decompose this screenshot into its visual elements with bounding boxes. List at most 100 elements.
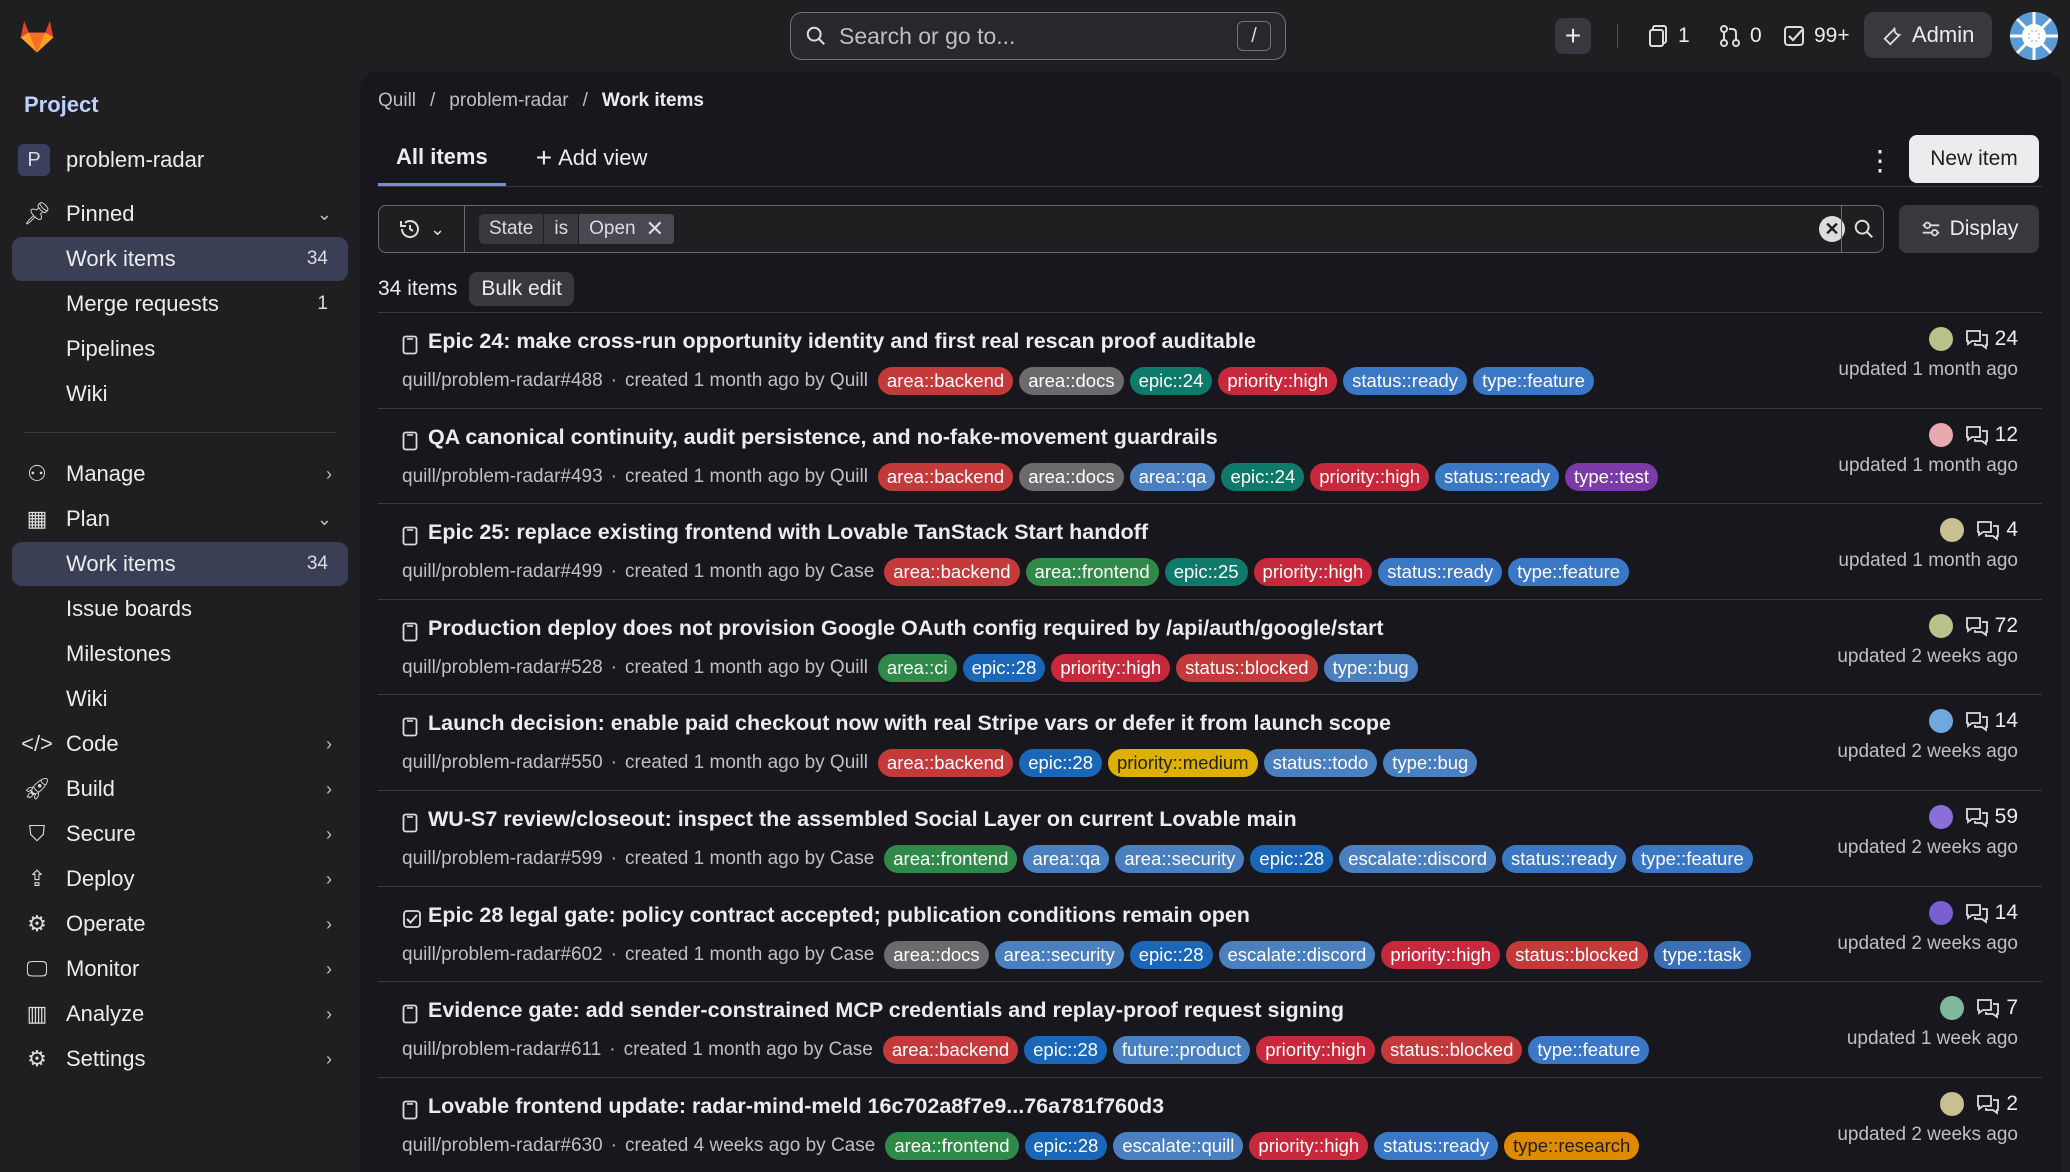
label-badge[interactable]: priority::high [1256, 1036, 1375, 1065]
sidebar-item-pipelines[interactable]: Pipelines [12, 327, 348, 371]
bulk-edit-button[interactable]: Bulk edit [469, 272, 574, 306]
label-badge[interactable]: priority::high [1051, 653, 1171, 682]
label-badge[interactable]: status::blocked [1176, 653, 1318, 682]
new-item-button[interactable]: New item [1909, 135, 2039, 183]
label-badge[interactable]: priority::medium [1107, 749, 1258, 778]
label-badge[interactable]: type::test [1564, 462, 1659, 491]
label-badge[interactable]: priority::high [1253, 558, 1373, 587]
work-item-title[interactable]: Production deploy does not provision Goo… [428, 616, 1384, 641]
label-badge[interactable]: epic::28 [1024, 1036, 1107, 1065]
label-badge[interactable]: epic::28 [962, 653, 1046, 682]
label-badge[interactable]: status::blocked [1506, 940, 1648, 969]
breadcrumb-current[interactable]: Work items [602, 90, 704, 112]
label-badge[interactable]: epic::28 [1250, 844, 1334, 873]
sidebar-item-deploy[interactable]: ⇪ Deploy › [12, 857, 348, 901]
list-item[interactable]: WU-S7 review/closeout: inspect the assem… [378, 789, 2042, 886]
label-badge[interactable]: area::security [1115, 844, 1245, 873]
gitlab-logo-icon[interactable] [16, 14, 58, 56]
assignee-avatar[interactable] [1928, 327, 1953, 351]
label-badge[interactable]: area::security [994, 940, 1124, 969]
label-badge[interactable]: epic::25 [1164, 558, 1248, 587]
user-avatar[interactable] [2010, 12, 2058, 60]
label-badge[interactable]: type::bug [1383, 749, 1478, 778]
label-badge[interactable]: priority::high [1310, 462, 1430, 491]
label-badge[interactable]: type::feature [1473, 367, 1594, 395]
work-item-title[interactable]: Lovable frontend update: radar-mind-meld… [428, 1094, 1164, 1119]
sidebar-item-milestones[interactable]: Milestones [12, 632, 348, 676]
list-item[interactable]: Lovable frontend update: radar-mind-meld… [378, 1076, 2042, 1172]
label-badge[interactable]: area::qa [1129, 462, 1216, 491]
label-badge[interactable]: status::ready [1343, 367, 1468, 395]
work-item-title[interactable]: QA canonical continuity, audit persisten… [428, 425, 1218, 450]
sidebar-item-manage[interactable]: ⚇ Manage › [12, 452, 348, 496]
more-actions-icon[interactable]: ⋮ [1860, 140, 1900, 180]
sidebar-item-issue-boards[interactable]: Issue boards [12, 587, 348, 631]
label-badge[interactable]: priority::high [1249, 1131, 1369, 1160]
label-badge[interactable]: area::ci [877, 653, 957, 682]
list-item[interactable]: Evidence gate: add sender-constrained MC… [378, 981, 2042, 1077]
label-badge[interactable]: area::qa [1023, 844, 1110, 873]
work-item-title[interactable]: Launch decision: enable paid checkout no… [428, 711, 1391, 736]
label-badge[interactable]: status::blocked [1380, 1036, 1523, 1065]
label-badge[interactable]: epic::28 [1024, 1131, 1108, 1160]
admin-button[interactable]: Admin [1864, 12, 1993, 58]
label-badge[interactable]: escalate::discord [1339, 844, 1497, 873]
assigned-issues-button[interactable]: 1 [1648, 14, 1690, 58]
label-badge[interactable]: epic::24 [1129, 367, 1213, 395]
label-badge[interactable]: area::frontend [885, 1131, 1019, 1160]
list-item[interactable]: Epic 24: make cross-run opportunity iden… [378, 312, 2042, 408]
label-badge[interactable]: area::backend [882, 1036, 1019, 1065]
label-badge[interactable]: status::todo [1263, 749, 1378, 778]
assignee-avatar[interactable] [1940, 1091, 1965, 1116]
work-item-title[interactable]: Evidence gate: add sender-constrained MC… [428, 998, 1344, 1023]
label-badge[interactable]: type::bug [1323, 653, 1418, 682]
label-badge[interactable]: area::backend [877, 462, 1014, 491]
label-badge[interactable]: type::feature [1528, 1036, 1650, 1065]
label-badge[interactable]: priority::high [1381, 940, 1501, 969]
label-badge[interactable]: status::ready [1435, 462, 1559, 491]
label-badge[interactable]: status::ready [1502, 844, 1626, 873]
merge-requests-button[interactable]: 0 [1718, 14, 1762, 58]
label-badge[interactable]: escalate::discord [1218, 940, 1376, 969]
work-item-title[interactable]: WU-S7 review/closeout: inspect the assem… [428, 807, 1297, 832]
label-badge[interactable]: escalate::quill [1113, 1131, 1244, 1160]
list-item[interactable]: Epic 28 legal gate: policy contract acce… [378, 885, 2042, 982]
work-item-title[interactable]: Epic 25: replace existing frontend with … [428, 520, 1148, 545]
sidebar-item-merge-requests[interactable]: Merge requests 1 [12, 282, 348, 326]
work-item-title[interactable]: Epic 28 legal gate: policy contract acce… [428, 903, 1250, 928]
label-badge[interactable]: epic::28 [1129, 940, 1213, 969]
recent-searches-button[interactable]: ⌄ [379, 206, 465, 252]
sidebar-item-wiki[interactable]: Wiki [12, 677, 348, 721]
list-item[interactable]: QA canonical continuity, audit persisten… [378, 407, 2042, 504]
sidebar-item-operate[interactable]: ⚙ Operate › [12, 902, 348, 946]
label-badge[interactable]: type::research [1504, 1131, 1640, 1160]
tab-add-view[interactable]: + Add view [518, 130, 666, 186]
assignee-avatar[interactable] [1928, 804, 1953, 829]
work-item-title[interactable]: Epic 24: make cross-run opportunity iden… [428, 329, 1256, 354]
sidebar-item-secure[interactable]: ⛉ Secure › [12, 812, 348, 856]
create-new-button[interactable]: + [1555, 18, 1591, 54]
filter-search-button[interactable] [1841, 206, 1885, 252]
label-badge[interactable]: area::backend [884, 558, 1020, 587]
label-badge[interactable]: type::feature [1631, 844, 1753, 873]
label-badge[interactable]: area::backend [877, 749, 1014, 778]
label-badge[interactable]: type::task [1653, 940, 1751, 969]
filter-bar[interactable]: ⌄ State is Open ✕ ✕ [378, 205, 1884, 253]
label-badge[interactable]: area::docs [1019, 462, 1124, 491]
sidebar-item-code[interactable]: </> Code › [12, 722, 348, 766]
sidebar-pinned[interactable]: 📌︎ Pinned ⌄ [12, 192, 348, 236]
sidebar-item-plan[interactable]: ▦ Plan ⌄ [12, 497, 348, 541]
sidebar-item-analyze[interactable]: ▥ Analyze › [12, 992, 348, 1036]
label-badge[interactable]: priority::high [1218, 367, 1338, 395]
assignee-avatar[interactable] [1928, 900, 1953, 925]
sidebar-item-work-items[interactable]: Work items 34 [12, 542, 348, 586]
sidebar-item-work-items-pinned[interactable]: Work items 34 [12, 237, 348, 281]
breadcrumb-item[interactable]: problem-radar [449, 90, 568, 112]
list-item[interactable]: Launch decision: enable paid checkout no… [378, 694, 2042, 790]
sidebar-project[interactable]: P problem-radar [12, 138, 348, 182]
label-badge[interactable]: area::docs [884, 940, 989, 969]
label-badge[interactable]: area::docs [1019, 367, 1124, 395]
sidebar-item-settings[interactable]: ⚙ Settings › [12, 1037, 348, 1081]
display-options-button[interactable]: Display [1899, 205, 2039, 253]
tab-all-items[interactable]: All items [378, 130, 506, 186]
